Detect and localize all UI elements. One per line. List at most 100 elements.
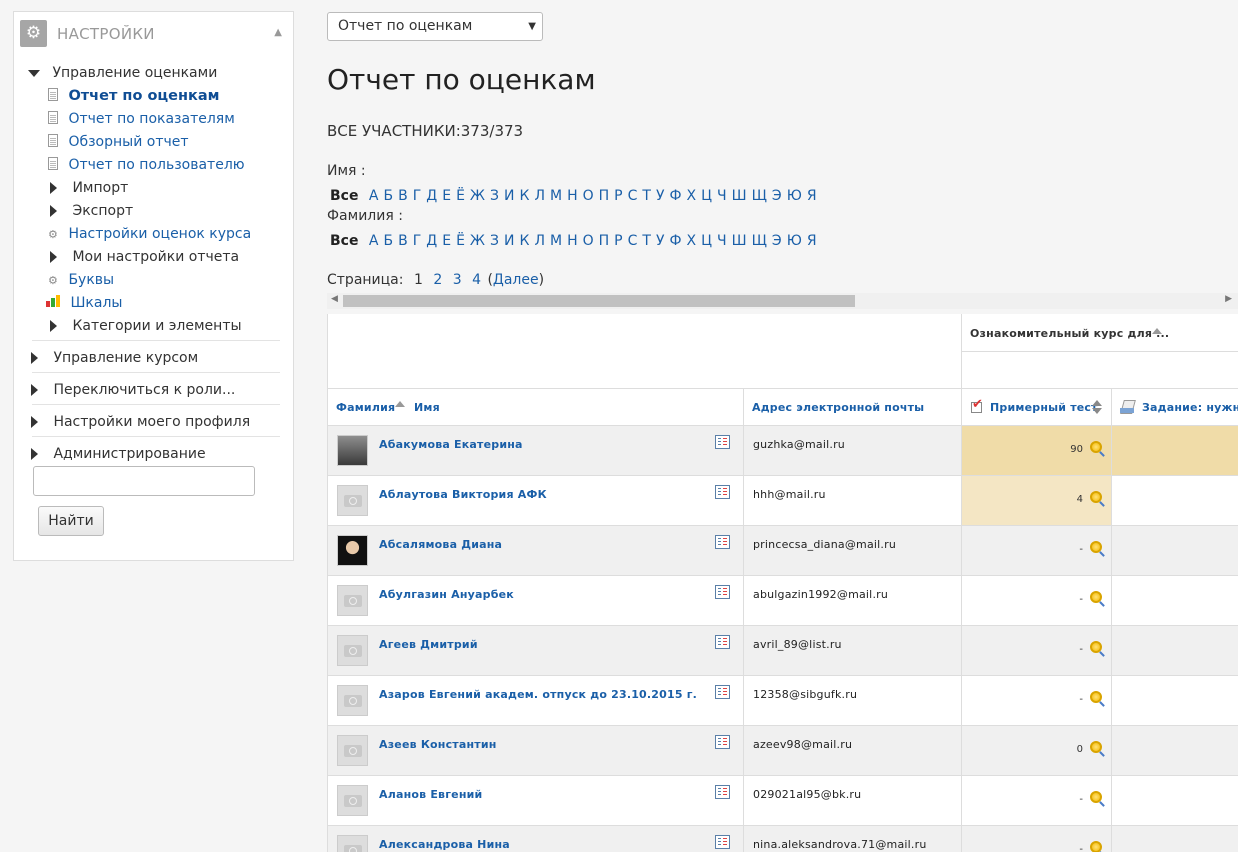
grade-analysis-icon[interactable] [1090, 541, 1102, 553]
avatar[interactable] [337, 635, 368, 666]
assignment-grade-cell[interactable] [1112, 726, 1238, 775]
sort-firstname-link[interactable]: Имя [414, 401, 440, 414]
letter-link[interactable]: Ц [701, 188, 712, 204]
grade-analysis-icon[interactable] [1090, 791, 1102, 803]
letter-link[interactable]: Ч [717, 233, 727, 249]
admin-search-input[interactable] [33, 466, 255, 496]
user-name-link[interactable]: Аланов Евгений [379, 788, 482, 801]
avatar[interactable] [337, 685, 368, 716]
sort-email-link[interactable]: Адрес электронной почты [752, 401, 924, 414]
tree-item-label[interactable]: Отчет по пользователю [68, 157, 244, 173]
grade-cell[interactable]: 0 [962, 726, 1112, 775]
scroll-right-icon[interactable]: ▶ [1225, 294, 1232, 304]
letter-link[interactable]: С [628, 233, 638, 249]
letter-link[interactable]: И [504, 233, 514, 249]
grade-cell[interactable]: - [962, 776, 1112, 825]
tree-item-label[interactable]: Буквы [68, 272, 114, 288]
letter-link[interactable]: Ц [701, 233, 712, 249]
pager-page-link[interactable]: 3 [453, 272, 462, 288]
search-button[interactable]: Найти [38, 506, 104, 536]
letter-link[interactable]: Н [567, 233, 578, 249]
letter-link[interactable]: О [583, 233, 594, 249]
collapse-icon[interactable]: ▲ [274, 27, 282, 38]
letter-link[interactable]: Ж [470, 233, 485, 249]
letter-link[interactable]: В [398, 233, 408, 249]
avatar[interactable] [337, 835, 368, 852]
tree-item-label[interactable]: Обзорный отчет [68, 134, 188, 150]
avatar[interactable] [337, 735, 368, 766]
tree-item-outcomes-report[interactable]: Отчет по показателям [48, 110, 235, 128]
user-report-icon[interactable] [715, 635, 730, 649]
tree-node-switch-role[interactable]: Переключиться к роли... [31, 381, 235, 399]
avatar[interactable] [337, 535, 368, 566]
grade-analysis-icon[interactable] [1090, 591, 1102, 603]
letter-link[interactable]: Х [687, 233, 697, 249]
tree-item-letters[interactable]: ⚙ Буквы [48, 271, 114, 289]
letter-link[interactable]: З [490, 233, 499, 249]
assignment-grade-cell[interactable] [1112, 526, 1238, 575]
letter-link[interactable]: А [369, 188, 379, 204]
letter-link[interactable]: Р [614, 233, 622, 249]
letter-link[interactable]: Г [413, 188, 422, 204]
assignment-grade-cell[interactable] [1112, 576, 1238, 625]
letter-link[interactable]: М [550, 233, 562, 249]
letter-link[interactable]: Л [534, 188, 545, 204]
letter-link[interactable]: П [599, 188, 610, 204]
letter-link[interactable]: У [656, 233, 665, 249]
grade-cell[interactable]: - [962, 576, 1112, 625]
letter-link[interactable]: Ш [732, 188, 747, 204]
tree-item-label[interactable]: Отчет по оценкам [68, 88, 219, 104]
letter-link[interactable]: С [628, 188, 638, 204]
letter-link[interactable]: Е [442, 188, 451, 204]
grade-cell[interactable]: - [962, 626, 1112, 675]
letter-link[interactable]: Ё [456, 188, 465, 204]
grade-cell[interactable]: - [962, 676, 1112, 725]
user-report-icon[interactable] [715, 485, 730, 499]
tree-node-course-admin[interactable]: Управление курсом [31, 349, 198, 367]
letter-link[interactable]: В [398, 188, 408, 204]
tree-item-user-report[interactable]: Отчет по пользователю [48, 156, 245, 174]
tree-item-overview-report[interactable]: Обзорный отчет [48, 133, 189, 151]
user-name-link[interactable]: Абсалямова Диана [379, 538, 502, 551]
grade-cell[interactable]: - [962, 826, 1112, 852]
letter-link[interactable]: О [583, 188, 594, 204]
sort-asc-icon[interactable] [395, 401, 405, 407]
tree-item-import[interactable]: Импорт [50, 179, 128, 197]
letter-link[interactable]: Ю [787, 188, 802, 204]
scrollbar-thumb[interactable] [343, 295, 855, 307]
grade-cell[interactable]: 90 [962, 426, 1112, 475]
letter-link[interactable]: Я [807, 233, 817, 249]
tree-item-export[interactable]: Экспорт [50, 202, 133, 220]
letter-link[interactable]: А [369, 233, 379, 249]
letter-link[interactable]: У [656, 188, 665, 204]
tree-item-scales[interactable]: Шкалы [46, 294, 122, 312]
user-report-icon[interactable] [715, 435, 730, 449]
letter-link[interactable]: Б [384, 188, 394, 204]
user-name-link[interactable]: Абулгазин Ануарбек [379, 588, 514, 601]
tree-item-label[interactable]: Отчет по показателям [68, 111, 234, 127]
tree-node-site-admin[interactable]: Администрирование [31, 445, 206, 463]
letter-link[interactable]: Щ [752, 188, 767, 204]
grade-analysis-icon[interactable] [1090, 491, 1102, 503]
letter-link[interactable]: К [519, 233, 529, 249]
letter-link[interactable]: Ж [470, 188, 485, 204]
tree-item-course-grade-settings[interactable]: ⚙ Настройки оценок курса [48, 225, 251, 243]
quiz-column-link[interactable]: Примерный тест [990, 401, 1098, 414]
pager-page-link[interactable]: 4 [472, 272, 481, 288]
report-select[interactable]: Отчет по оценкам ▼ [327, 12, 543, 41]
letter-link[interactable]: Ю [787, 233, 802, 249]
avatar[interactable] [337, 485, 368, 516]
pager-next-link[interactable]: Далее [493, 272, 539, 288]
user-report-icon[interactable] [715, 835, 730, 849]
assignment-column-link[interactable]: Задание: нужно [1142, 401, 1238, 414]
tree-item-label[interactable]: Настройки оценок курса [68, 226, 251, 242]
grade-analysis-icon[interactable] [1090, 841, 1102, 852]
letter-link[interactable]: Н [567, 188, 578, 204]
letter-link[interactable]: Р [614, 188, 622, 204]
scroll-left-icon[interactable]: ◀ [331, 294, 338, 304]
letter-link[interactable]: М [550, 188, 562, 204]
tree-node-profile-settings[interactable]: Настройки моего профиля [31, 413, 250, 431]
letter-link[interactable]: Ё [456, 233, 465, 249]
letter-all[interactable]: Все [330, 233, 358, 249]
grade-analysis-icon[interactable] [1090, 641, 1102, 653]
